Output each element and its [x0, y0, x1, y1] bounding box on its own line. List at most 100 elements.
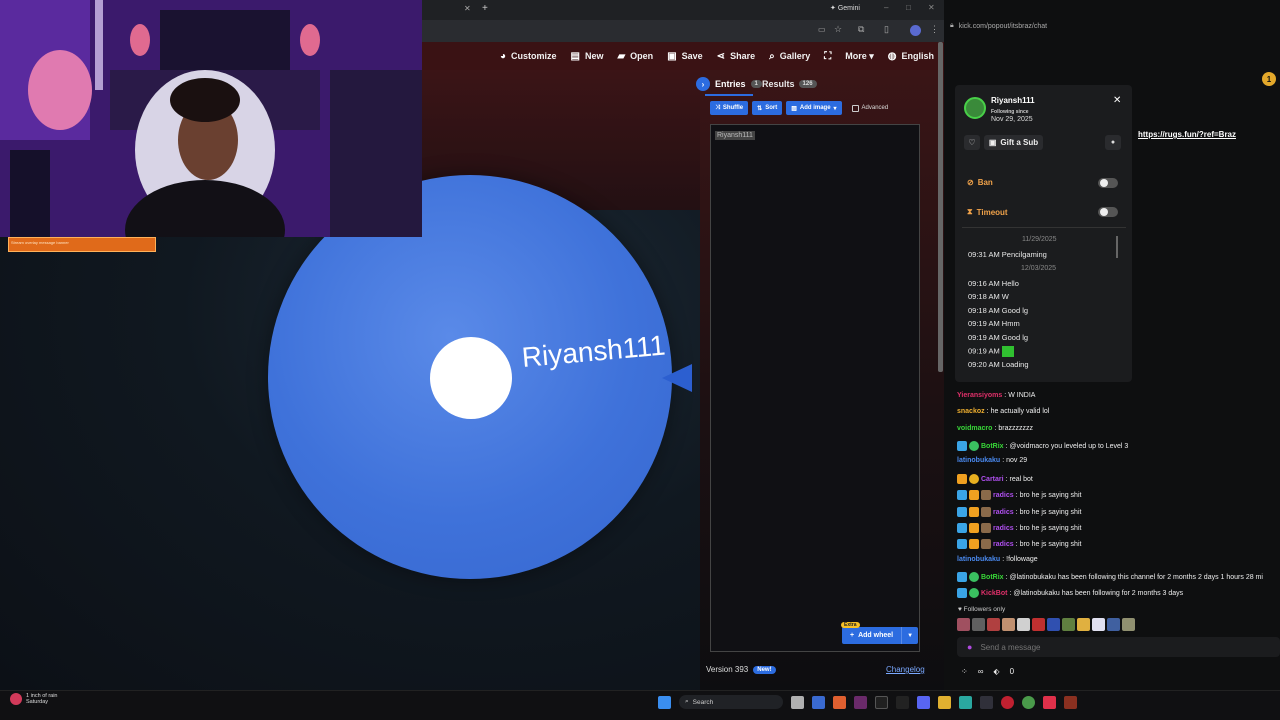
taskbar-search[interactable]: ⌕ Search	[679, 695, 783, 709]
toolbar-button[interactable]: ⛶	[824, 51, 831, 62]
add-wheel-main[interactable]: + Add wheel	[842, 627, 903, 644]
opera-icon[interactable]	[1001, 695, 1014, 709]
task-view-icon[interactable]	[791, 695, 804, 709]
chat-username[interactable]: radics	[993, 525, 1014, 532]
mention-icon[interactable]: ⬖	[993, 667, 999, 676]
app-icon[interactable]	[959, 695, 972, 709]
tiktok-icon[interactable]	[896, 695, 909, 709]
emote-button[interactable]	[1122, 618, 1135, 631]
gemini-button[interactable]: ✦ Gemini	[830, 4, 860, 12]
chrome-icon[interactable]	[1022, 695, 1035, 709]
new-tab-icon[interactable]: +	[482, 3, 488, 14]
changelog-link[interactable]: Changelog	[886, 665, 925, 674]
chat-username[interactable]: BotRix	[981, 574, 1004, 581]
discord-icon[interactable]	[917, 695, 930, 709]
advanced-checkbox[interactable]: Advanced	[851, 104, 888, 112]
emote-button[interactable]	[1047, 618, 1060, 631]
chat-username[interactable]: radics	[993, 492, 1014, 499]
app-icon[interactable]	[1064, 695, 1077, 709]
emote-button[interactable]	[1017, 618, 1030, 631]
chat-username[interactable]: latinobukaku	[957, 556, 1000, 563]
add-image-button[interactable]: ▨ Add image ▾	[786, 101, 842, 115]
tab-entries[interactable]: › Entries 1	[696, 77, 762, 91]
browser-address-bar[interactable]: ▭ ☆ ⧉ ▯ ⋮	[422, 20, 944, 42]
timeout-toggle[interactable]	[1098, 207, 1118, 217]
user-card-name[interactable]: Riyansh111	[991, 96, 1035, 105]
extensions-icon[interactable]: ⧉	[858, 24, 864, 35]
chevron-down-icon[interactable]: ▼	[902, 633, 918, 639]
toolbar-button[interactable]: ▰ Open	[617, 51, 653, 62]
ban-toggle[interactable]	[1098, 178, 1118, 188]
app-icon[interactable]	[833, 695, 846, 709]
toolbar-button[interactable]: ◍ English	[888, 51, 934, 62]
infinity-icon[interactable]: ∞	[978, 667, 984, 676]
emote-button[interactable]	[972, 618, 985, 631]
chat-url-bar[interactable]: 🔒︎ kick.com/popout/itsbraz/chat	[950, 22, 1047, 30]
share-icon[interactable]: ⁘	[961, 667, 968, 676]
profile-avatar[interactable]	[910, 25, 921, 36]
app-icon[interactable]	[854, 695, 867, 709]
chat-username[interactable]: Yieransiyoms	[957, 392, 1002, 399]
cast-icon[interactable]: ▭	[818, 25, 826, 34]
emote-button[interactable]	[987, 618, 1000, 631]
chat-message-text: @latinobukaku has been following this ch…	[1009, 573, 1263, 581]
chat-username[interactable]: latinobukaku	[957, 457, 1000, 464]
file-explorer-icon[interactable]	[938, 695, 951, 709]
emote-button[interactable]	[1092, 618, 1105, 631]
close-window-icon[interactable]: ✕	[928, 3, 935, 12]
entries-textarea[interactable]	[710, 124, 920, 652]
chat-username[interactable]: Cartari	[981, 476, 1004, 483]
toolbar-button[interactable]: ⌕ Gallery	[769, 51, 810, 62]
chat-message-input[interactable]	[980, 642, 1261, 652]
emote-button[interactable]	[1107, 618, 1120, 631]
emote-button[interactable]	[1077, 618, 1090, 631]
browser-menu-icon[interactable]: ⋮	[930, 24, 939, 35]
sidepanel-icon[interactable]: ▯	[884, 24, 889, 35]
chat-message: Yieransiyoms: W INDIA	[957, 392, 1035, 399]
page-scrollbar[interactable]	[938, 42, 943, 372]
sort-button[interactable]: ⇅ Sort	[752, 101, 783, 115]
pinned-link[interactable]: https://rugs.fun/?ref=Braz	[1138, 130, 1236, 139]
toolbar-button[interactable]: ◕ Customize	[500, 51, 557, 62]
chat-username[interactable]: KickBot	[981, 590, 1007, 597]
add-wheel-button[interactable]: + Add wheel ▼	[842, 627, 919, 644]
app-icon[interactable]	[875, 695, 888, 709]
new-badge: New!	[753, 665, 776, 674]
emote-button[interactable]	[957, 618, 970, 631]
app-icon[interactable]	[812, 695, 825, 709]
star-icon[interactable]: ☆	[834, 24, 842, 35]
chat-username[interactable]: voidmacro	[957, 425, 992, 432]
chat-username[interactable]: radics	[993, 541, 1014, 548]
minimize-icon[interactable]: –	[884, 3, 888, 12]
maximize-icon[interactable]: □	[906, 3, 911, 12]
close-icon[interactable]: ✕	[1113, 95, 1121, 106]
chat-badge-icon	[981, 523, 991, 533]
windows-start-icon[interactable]	[658, 695, 671, 709]
weather-widget[interactable]: 1 inch of rain Saturday	[10, 693, 58, 706]
shuffle-button[interactable]: ⤨ Shuffle	[710, 101, 749, 115]
chat-username[interactable]: radics	[993, 509, 1014, 516]
emote-button[interactable]	[1062, 618, 1075, 631]
toolbar-button[interactable]: ▤ New	[571, 51, 604, 62]
notification-badge[interactable]: 1	[1262, 72, 1276, 86]
mic-icon[interactable]: ●	[967, 642, 972, 652]
log-scrollbar[interactable]	[1116, 236, 1118, 258]
emote-button[interactable]	[1002, 618, 1015, 631]
emote-button[interactable]	[1032, 618, 1045, 631]
heart-icon[interactable]: ♡	[964, 135, 980, 150]
tab-results[interactable]: Results 126	[762, 79, 817, 89]
chat-username[interactable]: BotRix	[981, 443, 1004, 450]
mic-icon[interactable]: ●	[1105, 135, 1121, 150]
gift-sub-button[interactable]: ▣ Gift a Sub	[984, 135, 1043, 150]
chat-username[interactable]: snackoz	[957, 408, 985, 415]
app-icon[interactable]	[1043, 695, 1056, 709]
entry-actions: ⤨ Shuffle ⇅ Sort ▨ Add image ▾ Advanced	[710, 101, 888, 115]
entry-line: Riyansh111	[715, 131, 755, 140]
chat-input-box[interactable]: ●	[957, 637, 1280, 657]
close-tab-icon[interactable]: ✕	[464, 4, 471, 13]
toolbar-button[interactable]: ⋖ Share	[717, 51, 755, 62]
wheel-center-button[interactable]	[430, 337, 512, 419]
app-icon[interactable]	[980, 695, 993, 709]
toolbar-button[interactable]: ▣ Save	[667, 51, 702, 62]
toolbar-button[interactable]: More ▾	[845, 51, 874, 62]
